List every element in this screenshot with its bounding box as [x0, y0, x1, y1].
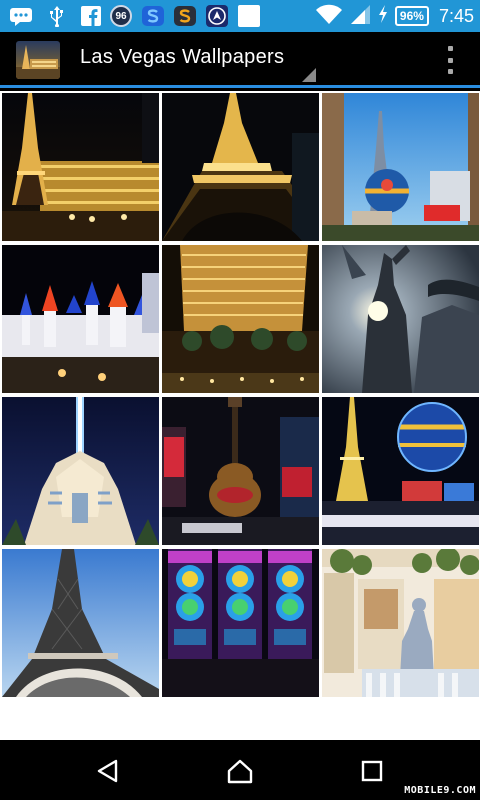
back-icon[interactable]: [88, 756, 128, 786]
overflow-menu-icon[interactable]: [446, 46, 454, 74]
wallpaper-thumbnail[interactable]: [2, 93, 159, 241]
wallpaper-thumbnail[interactable]: [322, 549, 479, 697]
wallpaper-thumbnail[interactable]: [322, 93, 479, 241]
home-icon[interactable]: [220, 756, 260, 786]
usb-icon: [44, 4, 70, 28]
navigation-bar: MOBILE9.COM: [0, 740, 480, 800]
app-bar-accent-line: [0, 85, 480, 88]
arrow-app-icon: [204, 4, 230, 28]
wifi-icon: [315, 3, 343, 29]
wallpaper-thumbnail[interactable]: [322, 397, 479, 545]
app-title[interactable]: Las Vegas Wallpapers: [80, 46, 284, 69]
clock: 7:45: [438, 5, 474, 26]
wallpaper-thumbnail[interactable]: [2, 549, 159, 697]
app-logo[interactable]: [16, 41, 60, 79]
wallpaper-thumbnail[interactable]: [162, 245, 319, 393]
wallpaper-thumbnail[interactable]: [2, 397, 159, 545]
wallpaper-thumbnail[interactable]: [162, 397, 319, 545]
wallpaper-grid: [0, 91, 480, 740]
s-logo-icon: [140, 4, 166, 28]
signal-icon: [349, 3, 371, 29]
facebook-icon: [78, 4, 104, 28]
message-icon: [8, 4, 34, 28]
spinner-dropdown-icon[interactable]: [302, 68, 316, 82]
badge-96-icon: 96: [108, 4, 134, 28]
recents-icon[interactable]: [352, 756, 392, 786]
watermark: MOBILE9.COM: [404, 785, 476, 796]
wallpaper-thumbnail[interactable]: [322, 245, 479, 393]
wallpaper-thumbnail[interactable]: [162, 549, 319, 697]
battery-charging-icon: [377, 4, 389, 28]
wallpaper-thumbnail[interactable]: [2, 245, 159, 393]
app-bar: Las Vegas Wallpapers: [0, 32, 480, 88]
blank-app-icon: [236, 4, 262, 28]
status-bar: 96 96% 7:45: [0, 0, 480, 32]
badge-number: 96: [110, 5, 132, 27]
s-logo-orange-icon: [172, 4, 198, 28]
wallpaper-thumbnail[interactable]: [162, 93, 319, 241]
battery-percent: 96%: [394, 6, 429, 26]
